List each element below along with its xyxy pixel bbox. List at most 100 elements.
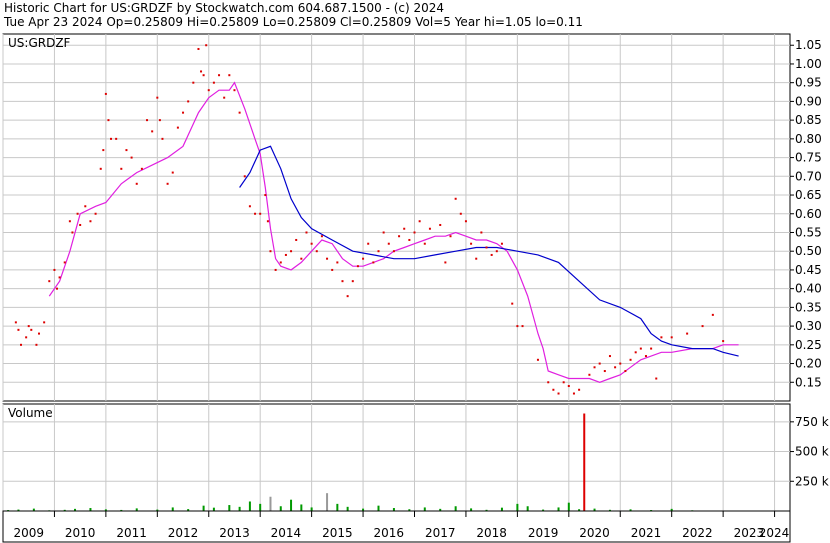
volume-bar: [300, 504, 303, 511]
price-ytick-label: 1.00: [795, 57, 822, 71]
price-point: [243, 175, 246, 178]
price-point: [619, 362, 622, 365]
price-point: [644, 355, 647, 358]
price-point: [284, 253, 287, 256]
price-point: [593, 366, 596, 369]
price-point: [120, 167, 123, 170]
volume-bar: [423, 507, 426, 511]
price-point: [572, 392, 575, 395]
x-tick-label-2011: 2011: [116, 526, 147, 540]
price-point: [30, 328, 33, 331]
volume-bar: [526, 506, 529, 511]
price-point: [14, 321, 17, 324]
price-point: [202, 74, 205, 77]
price-point: [228, 74, 231, 77]
volume-bar: [583, 413, 586, 511]
price-point: [567, 385, 570, 388]
price-point: [413, 231, 416, 234]
price-point: [346, 295, 349, 298]
x-tick-label-2022: 2022: [682, 526, 713, 540]
price-point: [722, 340, 725, 343]
price-ytick-label: 0.70: [795, 169, 822, 183]
price-point: [35, 343, 38, 346]
x-tick-label-2019: 2019: [528, 526, 559, 540]
price-point: [387, 242, 390, 245]
volume-bar: [171, 507, 174, 511]
price-point: [223, 96, 226, 99]
price-point: [464, 220, 467, 223]
price-ytick-label: 0.50: [795, 244, 822, 258]
price-point: [403, 227, 406, 230]
volume-ytick-label: 500 k: [795, 445, 829, 459]
price-point: [711, 313, 714, 316]
price-point: [53, 268, 56, 271]
price-point: [248, 205, 251, 208]
x-tick-label-2020: 2020: [579, 526, 610, 540]
price-point: [470, 242, 473, 245]
x-tick-label-2021: 2021: [631, 526, 662, 540]
price-point: [578, 388, 581, 391]
price-point: [639, 347, 642, 350]
price-point: [408, 238, 411, 241]
price-ytick-label: 0.45: [795, 263, 822, 277]
price-point: [603, 370, 606, 373]
price-point: [614, 366, 617, 369]
price-point: [58, 276, 61, 279]
price-point: [331, 268, 334, 271]
price-point: [158, 119, 161, 122]
price-point: [269, 250, 272, 253]
price-point: [562, 381, 565, 384]
price-point: [490, 253, 493, 256]
price-point: [634, 351, 637, 354]
price-point: [500, 242, 503, 245]
price-point: [454, 197, 457, 200]
volume-bar: [259, 503, 262, 511]
price-point: [547, 381, 550, 384]
volume-ytick-label: 750 k: [795, 415, 829, 429]
x-tick-label-2016: 2016: [374, 526, 405, 540]
price-point: [38, 332, 41, 335]
price-ytick-label: 0.85: [795, 113, 822, 127]
price-point: [25, 336, 28, 339]
price-point: [20, 343, 23, 346]
price-point: [161, 137, 164, 140]
volume-bar: [454, 506, 457, 511]
price-point: [259, 212, 262, 215]
price-point: [459, 212, 462, 215]
price-point: [655, 377, 658, 380]
x-tick-label-2015: 2015: [322, 526, 353, 540]
price-point: [156, 96, 159, 99]
price-point: [557, 392, 560, 395]
price-point: [300, 257, 303, 260]
price-point: [439, 223, 442, 226]
volume-bar: [336, 503, 339, 511]
price-point: [480, 231, 483, 234]
price-point: [670, 336, 673, 339]
price-ytick-label: 0.80: [795, 132, 822, 146]
price-point: [382, 231, 385, 234]
price-point: [200, 70, 203, 73]
volume-bar: [516, 503, 519, 511]
price-ytick-label: 0.25: [795, 338, 822, 352]
x-tick-label-2024: 2024: [759, 526, 790, 540]
price-point: [130, 156, 133, 159]
price-point: [423, 242, 426, 245]
price-point: [233, 89, 236, 92]
price-point: [17, 328, 20, 331]
price-point: [495, 250, 498, 253]
volume-bar: [238, 506, 241, 511]
volume-bar: [557, 507, 560, 511]
price-ytick-label: 0.40: [795, 282, 822, 296]
price-point: [326, 257, 329, 260]
price-point: [475, 257, 478, 260]
x-tick-label-2010: 2010: [65, 526, 96, 540]
price-ytick-label: 0.20: [795, 357, 822, 371]
volume-bar: [202, 505, 205, 511]
price-point: [89, 220, 92, 223]
price-point: [362, 257, 365, 260]
volume-bar: [248, 501, 251, 511]
price-point: [428, 227, 431, 230]
price-point: [207, 89, 210, 92]
price-point: [516, 325, 519, 328]
price-point: [660, 336, 663, 339]
